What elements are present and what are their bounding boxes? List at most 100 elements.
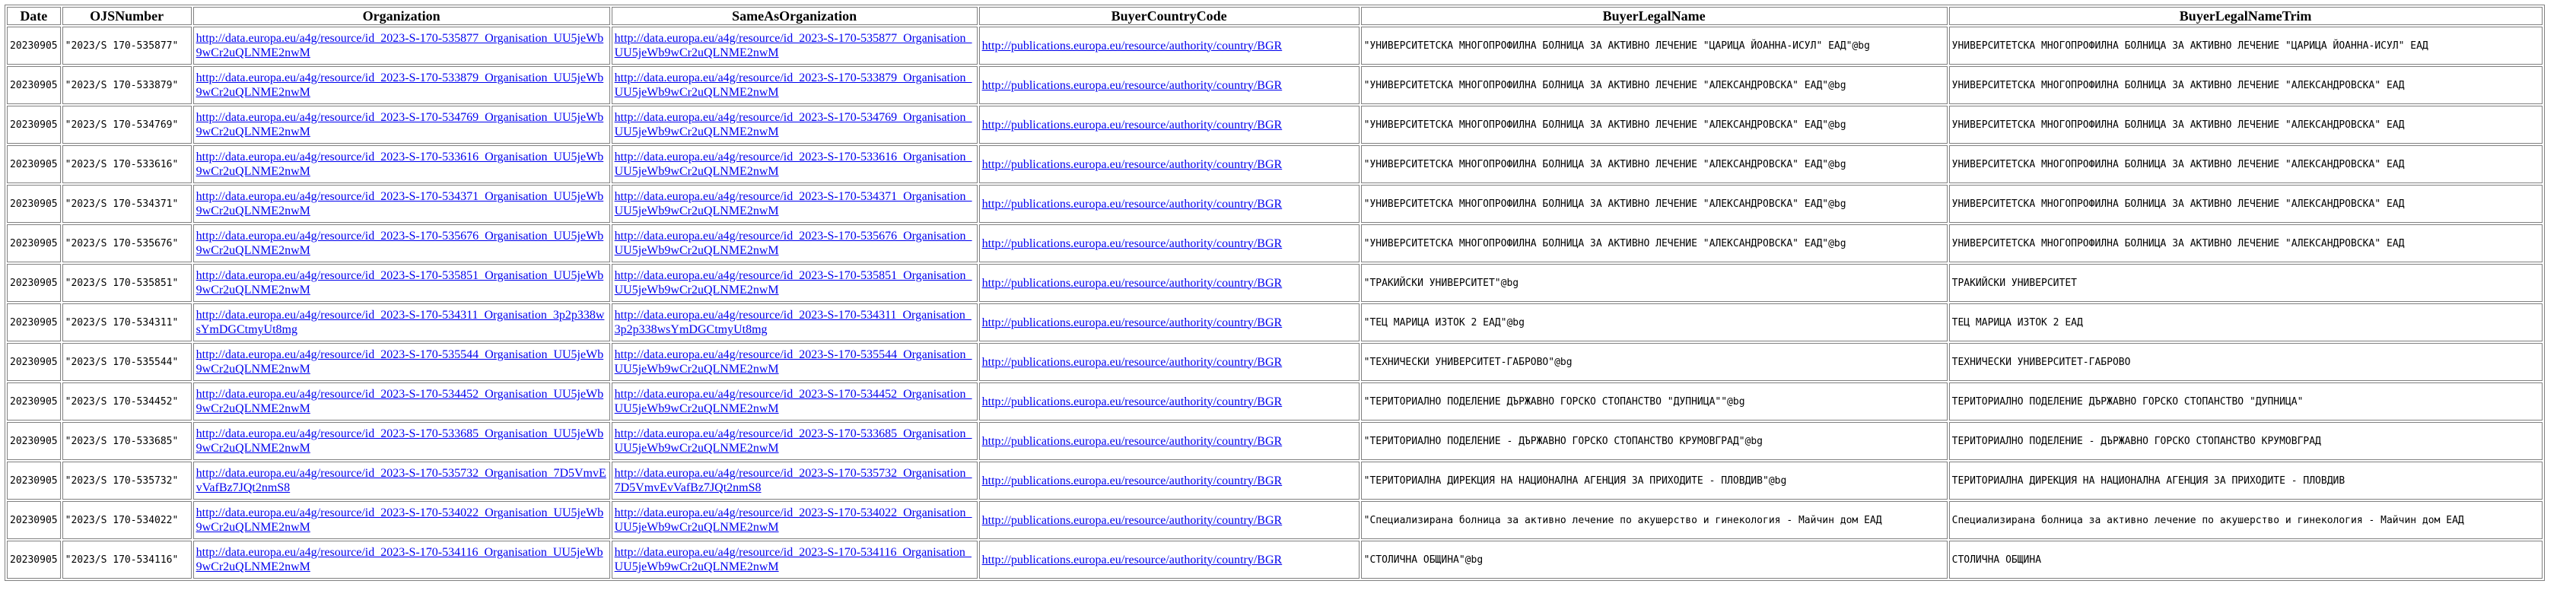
same-as-organization-link[interactable]: http://data.europa.eu/a4g/resource/id_20… xyxy=(615,506,972,534)
table-row: 20230905 "2023/S 170-535877" http://data… xyxy=(7,27,2543,65)
buyer-legal-name-trim-cell: ТЕЦ МАРИЦА ИЗТОК 2 ЕАД xyxy=(1948,303,2543,341)
same-as-organization-link[interactable]: http://data.europa.eu/a4g/resource/id_20… xyxy=(615,230,972,257)
buyer-country-code-cell: http://publications.europa.eu/resource/a… xyxy=(978,145,1360,183)
date-cell: 20230905 xyxy=(7,422,61,460)
buyer-legal-name-cell: "ТЕРИТОРИАЛНО ПОДЕЛЕНИЕ - ДЪРЖАВНО ГОРСК… xyxy=(1360,422,1948,460)
organization-link[interactable]: http://data.europa.eu/a4g/resource/id_20… xyxy=(196,467,606,494)
organization-link[interactable]: http://data.europa.eu/a4g/resource/id_20… xyxy=(196,427,604,455)
buyer-legal-name-trim-cell: ТРАКИЙСКИ УНИВЕРСИТЕТ xyxy=(1948,264,2543,302)
organization-link[interactable]: http://data.europa.eu/a4g/resource/id_20… xyxy=(196,151,604,178)
same-as-organization-link[interactable]: http://data.europa.eu/a4g/resource/id_20… xyxy=(615,467,972,494)
buyer-country-code-link[interactable]: http://publications.europa.eu/resource/a… xyxy=(982,277,1283,290)
column-header-buyer-legal-name: BuyerLegalName xyxy=(1360,7,1948,25)
date-cell: 20230905 xyxy=(7,501,61,539)
buyer-country-code-link[interactable]: http://publications.europa.eu/resource/a… xyxy=(982,79,1283,92)
buyer-country-code-link[interactable]: http://publications.europa.eu/resource/a… xyxy=(982,514,1283,527)
organization-link[interactable]: http://data.europa.eu/a4g/resource/id_20… xyxy=(196,269,604,297)
table-row: 20230905 "2023/S 170-533879" http://data… xyxy=(7,66,2543,104)
organization-link[interactable]: http://data.europa.eu/a4g/resource/id_20… xyxy=(196,388,604,415)
same-as-organization-link[interactable]: http://data.europa.eu/a4g/resource/id_20… xyxy=(615,309,972,336)
same-as-organization-cell: http://data.europa.eu/a4g/resource/id_20… xyxy=(611,343,978,381)
organization-link[interactable]: http://data.europa.eu/a4g/resource/id_20… xyxy=(196,546,603,573)
same-as-organization-cell: http://data.europa.eu/a4g/resource/id_20… xyxy=(611,185,978,223)
buyer-legal-name-trim-cell: УНИВЕРСИТЕТСКА МНОГОПРОФИЛНА БОЛНИЦА ЗА … xyxy=(1948,224,2543,262)
column-header-buyer-legal-name-trim: BuyerLegalNameTrim xyxy=(1948,7,2543,25)
organization-link[interactable]: http://data.europa.eu/a4g/resource/id_20… xyxy=(196,32,604,59)
same-as-organization-cell: http://data.europa.eu/a4g/resource/id_20… xyxy=(611,501,978,539)
date-cell: 20230905 xyxy=(7,106,61,144)
buyer-country-code-link[interactable]: http://publications.europa.eu/resource/a… xyxy=(982,158,1283,171)
same-as-organization-link[interactable]: http://data.europa.eu/a4g/resource/id_20… xyxy=(615,427,972,455)
buyer-legal-name-trim-cell: ТЕРИТОРИАЛНО ПОДЕЛЕНИЕ ДЪРЖАВНО ГОРСКО С… xyxy=(1948,382,2543,421)
buyer-country-code-cell: http://publications.europa.eu/resource/a… xyxy=(978,106,1360,144)
buyer-country-code-cell: http://publications.europa.eu/resource/a… xyxy=(978,66,1360,104)
buyer-country-code-link[interactable]: http://publications.europa.eu/resource/a… xyxy=(982,40,1283,52)
buyer-legal-name-cell: "УНИВЕРСИТЕТСКА МНОГОПРОФИЛНА БОЛНИЦА ЗА… xyxy=(1360,27,1948,65)
organization-link[interactable]: http://data.europa.eu/a4g/resource/id_20… xyxy=(196,230,604,257)
date-cell: 20230905 xyxy=(7,382,61,421)
buyer-country-code-link[interactable]: http://publications.europa.eu/resource/a… xyxy=(982,316,1283,329)
organization-link[interactable]: http://data.europa.eu/a4g/resource/id_20… xyxy=(196,506,604,534)
organization-link[interactable]: http://data.europa.eu/a4g/resource/id_20… xyxy=(196,190,604,217)
same-as-organization-link[interactable]: http://data.europa.eu/a4g/resource/id_20… xyxy=(615,348,972,376)
same-as-organization-cell: http://data.europa.eu/a4g/resource/id_20… xyxy=(611,422,978,460)
same-as-organization-link[interactable]: http://data.europa.eu/a4g/resource/id_20… xyxy=(615,269,972,297)
same-as-organization-link[interactable]: http://data.europa.eu/a4g/resource/id_20… xyxy=(615,388,972,415)
organization-link[interactable]: http://data.europa.eu/a4g/resource/id_20… xyxy=(196,348,604,376)
buyer-legal-name-trim-cell: Специализирана болница за активно лечени… xyxy=(1948,501,2543,539)
buyer-country-code-cell: http://publications.europa.eu/resource/a… xyxy=(978,264,1360,302)
buyer-country-code-link[interactable]: http://publications.europa.eu/resource/a… xyxy=(982,237,1283,250)
buyer-country-code-cell: http://publications.europa.eu/resource/a… xyxy=(978,343,1360,381)
header-row: Date OJSNumber Organization SameAsOrgani… xyxy=(7,7,2543,25)
buyer-country-code-link[interactable]: http://publications.europa.eu/resource/a… xyxy=(982,119,1283,132)
date-cell: 20230905 xyxy=(7,303,61,341)
buyer-country-code-link[interactable]: http://publications.europa.eu/resource/a… xyxy=(982,198,1283,211)
column-header-buyer-country-code: BuyerCountryCode xyxy=(978,7,1360,25)
same-as-organization-cell: http://data.europa.eu/a4g/resource/id_20… xyxy=(611,462,978,500)
buyer-legal-name-cell: "УНИВЕРСИТЕТСКА МНОГОПРОФИЛНА БОЛНИЦА ЗА… xyxy=(1360,224,1948,262)
column-header-same-as-organization: SameAsOrganization xyxy=(611,7,978,25)
buyer-country-code-cell: http://publications.europa.eu/resource/a… xyxy=(978,382,1360,421)
organization-cell: http://data.europa.eu/a4g/resource/id_20… xyxy=(192,382,610,421)
ojs-number-cell: "2023/S 170-535544" xyxy=(62,343,192,381)
table-row: 20230905 "2023/S 170-533685" http://data… xyxy=(7,422,2543,460)
buyer-legal-name-trim-cell: ТЕХНИЧЕСКИ УНИВЕРСИТЕТ-ГАБРОВО xyxy=(1948,343,2543,381)
same-as-organization-link[interactable]: http://data.europa.eu/a4g/resource/id_20… xyxy=(615,151,972,178)
buyer-country-code-link[interactable]: http://publications.europa.eu/resource/a… xyxy=(982,474,1283,487)
table-row: 20230905 "2023/S 170-534452" http://data… xyxy=(7,382,2543,421)
organization-cell: http://data.europa.eu/a4g/resource/id_20… xyxy=(192,27,610,65)
ojs-number-cell: "2023/S 170-533879" xyxy=(62,66,192,104)
same-as-organization-cell: http://data.europa.eu/a4g/resource/id_20… xyxy=(611,66,978,104)
table-row: 20230905 "2023/S 170-535732" http://data… xyxy=(7,462,2543,500)
table-row: 20230905 "2023/S 170-533616" http://data… xyxy=(7,145,2543,183)
same-as-organization-cell: http://data.europa.eu/a4g/resource/id_20… xyxy=(611,264,978,302)
ojs-number-cell: "2023/S 170-535676" xyxy=(62,224,192,262)
buyer-legal-name-trim-cell: УНИВЕРСИТЕТСКА МНОГОПРОФИЛНА БОЛНИЦА ЗА … xyxy=(1948,66,2543,104)
organization-cell: http://data.europa.eu/a4g/resource/id_20… xyxy=(192,224,610,262)
same-as-organization-cell: http://data.europa.eu/a4g/resource/id_20… xyxy=(611,27,978,65)
table-row: 20230905 "2023/S 170-534769" http://data… xyxy=(7,106,2543,144)
buyer-legal-name-trim-cell: ТЕРИТОРИАЛНА ДИРЕКЦИЯ НА НАЦИОНАЛНА АГЕН… xyxy=(1948,462,2543,500)
same-as-organization-link[interactable]: http://data.europa.eu/a4g/resource/id_20… xyxy=(615,32,972,59)
same-as-organization-link[interactable]: http://data.europa.eu/a4g/resource/id_20… xyxy=(615,190,972,217)
buyer-country-code-link[interactable]: http://publications.europa.eu/resource/a… xyxy=(982,356,1283,369)
organization-link[interactable]: http://data.europa.eu/a4g/resource/id_20… xyxy=(196,309,605,336)
buyer-country-code-link[interactable]: http://publications.europa.eu/resource/a… xyxy=(982,395,1283,408)
buyer-country-code-link[interactable]: http://publications.europa.eu/resource/a… xyxy=(982,554,1283,567)
same-as-organization-link[interactable]: http://data.europa.eu/a4g/resource/id_20… xyxy=(615,546,972,573)
buyer-country-code-link[interactable]: http://publications.europa.eu/resource/a… xyxy=(982,435,1283,448)
results-table: Date OJSNumber Organization SameAsOrgani… xyxy=(5,5,2545,581)
organization-cell: http://data.europa.eu/a4g/resource/id_20… xyxy=(192,501,610,539)
organization-cell: http://data.europa.eu/a4g/resource/id_20… xyxy=(192,66,610,104)
date-cell: 20230905 xyxy=(7,185,61,223)
table-row: 20230905 "2023/S 170-534116" http://data… xyxy=(7,541,2543,579)
organization-link[interactable]: http://data.europa.eu/a4g/resource/id_20… xyxy=(196,71,604,99)
buyer-country-code-cell: http://publications.europa.eu/resource/a… xyxy=(978,303,1360,341)
table-row: 20230905 "2023/S 170-534022" http://data… xyxy=(7,501,2543,539)
organization-link[interactable]: http://data.europa.eu/a4g/resource/id_20… xyxy=(196,111,604,138)
date-cell: 20230905 xyxy=(7,462,61,500)
same-as-organization-link[interactable]: http://data.europa.eu/a4g/resource/id_20… xyxy=(615,111,972,138)
ojs-number-cell: "2023/S 170-534769" xyxy=(62,106,192,144)
same-as-organization-link[interactable]: http://data.europa.eu/a4g/resource/id_20… xyxy=(615,71,972,99)
buyer-legal-name-trim-cell: УНИВЕРСИТЕТСКА МНОГОПРОФИЛНА БОЛНИЦА ЗА … xyxy=(1948,106,2543,144)
